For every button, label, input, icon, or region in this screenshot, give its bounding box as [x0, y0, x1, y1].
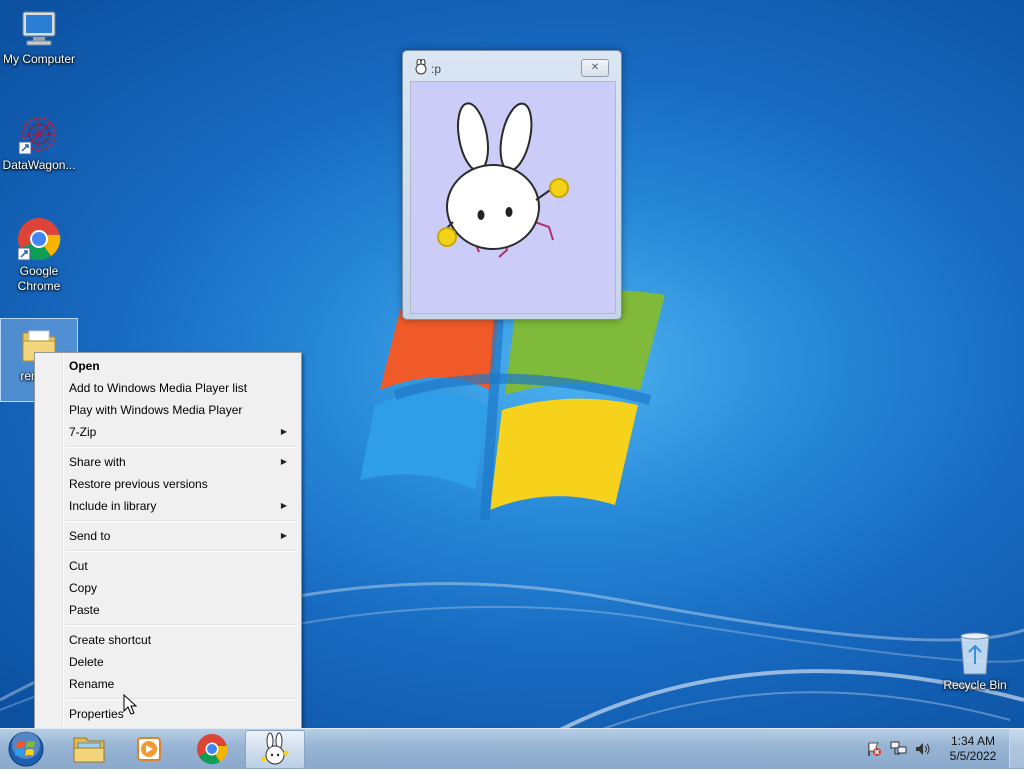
action-center-flag-icon[interactable] [866, 741, 882, 757]
menu-item-label: Send to [69, 529, 111, 543]
bunny-sticker-window[interactable]: :p ✕ [402, 50, 622, 320]
menu-item-label: Create shortcut [69, 633, 152, 647]
menu-item-cut[interactable]: Cut [69, 555, 295, 577]
menu-item-label: Add to Windows Media Player list [69, 381, 248, 395]
context-menu[interactable]: Open Add to Windows Media Player list Pl… [34, 352, 302, 728]
windows-start-icon [8, 731, 44, 767]
menu-item-7zip[interactable]: 7-Zip ▶ [69, 421, 295, 443]
taskbar-bunny-app[interactable] [245, 730, 305, 769]
submenu-arrow-icon: ▶ [280, 427, 287, 436]
menu-item-rename[interactable]: Rename [69, 673, 295, 695]
taskbar-windows-explorer[interactable] [60, 730, 118, 767]
desktop-icon-google-chrome[interactable]: Google Chrome [0, 216, 78, 294]
clock-date: 5/5/2022 [949, 749, 997, 763]
desktop[interactable]: My Computer DataWagon... Google Chrome R… [0, 0, 1024, 728]
menu-item-label: Properties [69, 707, 124, 721]
menu-item-label: Cut [69, 559, 88, 573]
start-button[interactable] [6, 730, 46, 768]
menu-item-properties[interactable]: Properties [69, 703, 295, 725]
menu-item-include-in-library[interactable]: Include in library ▶ [69, 495, 295, 517]
menu-item-copy[interactable]: Copy [69, 577, 295, 599]
taskbar-chrome[interactable] [183, 730, 241, 767]
taskbar: 1:34 AM 5/5/2022 [0, 728, 1024, 769]
menu-item-delete[interactable]: Delete [69, 651, 295, 673]
menu-separator [65, 698, 297, 700]
window-title: :p [431, 62, 442, 76]
menu-item-paste[interactable]: Paste [69, 599, 295, 621]
datawagon-icon [18, 117, 56, 155]
submenu-arrow-icon: ▶ [280, 531, 287, 540]
system-clock[interactable]: 1:34 AM 5/5/2022 [940, 734, 1006, 764]
menu-item-label: Open [69, 359, 100, 373]
menu-item-label: Play with Windows Media Player [69, 403, 243, 417]
media-player-icon [137, 737, 161, 761]
desktop-icon-label: Google Chrome [17, 264, 61, 293]
menu-item-label: Include in library [69, 499, 157, 513]
computer-icon [22, 11, 56, 46]
menu-separator [65, 550, 297, 552]
menu-item-label: Copy [69, 581, 98, 595]
menu-separator [65, 520, 297, 522]
menu-item-create-shortcut[interactable]: Create shortcut [69, 629, 295, 651]
submenu-arrow-icon: ▶ [280, 501, 287, 510]
desktop-icon-datawagon[interactable]: DataWagon... [0, 112, 78, 173]
menu-item-play-with-wmp[interactable]: Play with Windows Media Player [69, 399, 295, 421]
menu-item-label: Paste [69, 603, 100, 617]
bunny-image-area [410, 81, 616, 314]
chrome-icon [17, 218, 61, 261]
close-icon: ✕ [590, 62, 600, 73]
recycle-bin-icon [960, 632, 990, 675]
desktop-icon-recycle-bin[interactable]: Recycle Bin [936, 630, 1014, 693]
close-button[interactable]: ✕ [581, 59, 609, 77]
menu-item-label: Rename [69, 677, 115, 691]
chrome-icon [197, 734, 228, 765]
menu-item-add-to-wmp-list[interactable]: Add to Windows Media Player list [69, 377, 295, 399]
clock-time: 1:34 AM [950, 734, 996, 748]
menu-item-send-to[interactable]: Send to ▶ [69, 525, 295, 547]
menu-separator [65, 446, 297, 448]
desktop-icon-my-computer[interactable]: My Computer [0, 8, 78, 67]
windows-explorer-icon [73, 737, 105, 763]
menu-item-open[interactable]: Open [69, 355, 295, 377]
menu-separator [65, 624, 297, 626]
bunny-illustration [437, 102, 569, 258]
menu-item-label: 7-Zip [69, 425, 97, 439]
mouse-cursor-icon [123, 694, 138, 715]
menu-item-label: Delete [69, 655, 104, 669]
menu-item-share-with[interactable]: Share with ▶ [69, 451, 295, 473]
desktop-icon-label: My Computer [2, 52, 76, 66]
desktop-icon-label: Recycle Bin [943, 678, 1007, 692]
menu-item-label: Restore previous versions [69, 477, 208, 491]
menu-item-label: Share with [69, 455, 126, 469]
submenu-arrow-icon: ▶ [280, 457, 287, 466]
taskbar-media-player[interactable] [121, 730, 179, 767]
volume-icon[interactable] [914, 741, 932, 757]
bunny-app-icon [261, 732, 289, 765]
desktop-icon-label: DataWagon... [2, 158, 76, 172]
network-icon[interactable] [890, 741, 908, 757]
bunny-app-icon [413, 58, 429, 80]
menu-item-restore-previous-versions[interactable]: Restore previous versions [69, 473, 295, 495]
show-desktop-button[interactable] [1009, 729, 1024, 768]
